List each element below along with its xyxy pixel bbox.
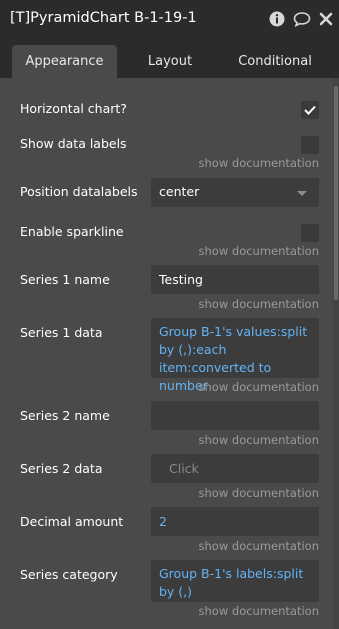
position-datalabels-dropdown[interactable]: center: [151, 178, 319, 207]
series-1-data-expression[interactable]: Group B-1's values:split by (,):each ite…: [151, 318, 319, 393]
checkmark-icon: [304, 105, 316, 115]
enable-sparkline-label: Enable sparkline: [20, 224, 124, 239]
show-documentation-link[interactable]: show documentation: [199, 156, 319, 170]
close-icon[interactable]: [316, 9, 336, 29]
show-documentation-link[interactable]: show documentation: [199, 604, 319, 618]
scrollbar-thumb[interactable]: [334, 86, 338, 300]
position-datalabels-label: Position datalabels: [20, 184, 138, 199]
show-documentation-link[interactable]: show documentation: [199, 539, 319, 553]
tab-conditional[interactable]: Conditional: [225, 45, 325, 78]
show-documentation-link[interactable]: show documentation: [199, 486, 319, 500]
series-1-name-input[interactable]: Testing: [151, 265, 319, 294]
series-category-label: Series category: [20, 567, 118, 582]
title-bar: [T]PyramidChart B-1-19-1: [0, 0, 339, 38]
horizontal-chart-label: Horizontal chart?: [20, 101, 127, 116]
chevron-down-icon: [297, 191, 307, 196]
tab-appearance[interactable]: Appearance: [12, 45, 117, 78]
series-1-data-label: Series 1 data: [20, 325, 103, 340]
horizontal-chart-checkbox[interactable]: [301, 101, 319, 119]
show-documentation-link[interactable]: show documentation: [199, 380, 319, 394]
show-documentation-link[interactable]: show documentation: [199, 297, 319, 311]
window-title: [T]PyramidChart B-1-19-1: [10, 10, 197, 26]
position-datalabels-value: center: [159, 184, 200, 199]
series-2-name-label: Series 2 name: [20, 408, 110, 423]
show-data-labels-label: Show data labels: [20, 136, 127, 151]
tab-layout[interactable]: Layout: [120, 45, 220, 78]
series-2-data-label: Series 2 data: [20, 461, 103, 476]
enable-sparkline-checkbox[interactable]: [301, 224, 319, 242]
decimal-amount-label: Decimal amount: [20, 514, 124, 529]
comment-icon[interactable]: [292, 9, 312, 29]
decimal-amount-input[interactable]: 2: [151, 507, 319, 536]
series-category-expression[interactable]: Group B-1's labels:split by (,): [151, 560, 319, 602]
show-documentation-link[interactable]: show documentation: [199, 433, 319, 447]
series-2-name-input[interactable]: [151, 401, 319, 430]
info-icon[interactable]: [267, 9, 287, 29]
tab-bar: Appearance Layout Conditional: [0, 38, 339, 78]
series-2-data-expression[interactable]: Click: [151, 454, 319, 483]
show-documentation-link[interactable]: show documentation: [199, 244, 319, 258]
series-1-name-label: Series 1 name: [20, 272, 110, 287]
show-data-labels-checkbox[interactable]: [301, 136, 319, 154]
